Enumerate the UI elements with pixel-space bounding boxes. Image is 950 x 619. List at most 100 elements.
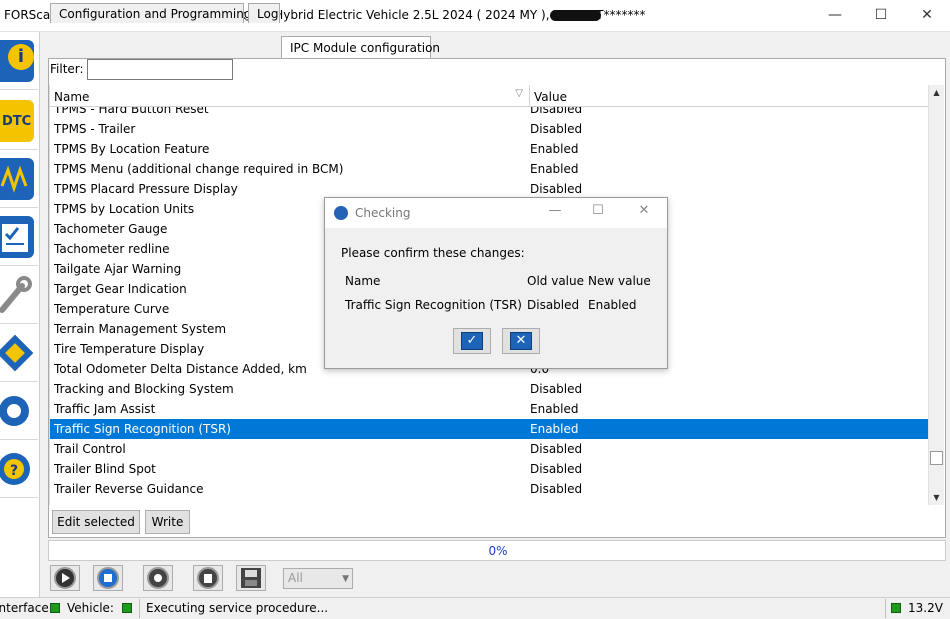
chevron-down-icon: ▼: [342, 574, 349, 584]
scroll-thumb[interactable]: [930, 451, 943, 465]
dialog-title-bar: Checking — ☐ ✕: [325, 198, 667, 228]
table-row[interactable]: Trailer Reverse Guidance Disabled: [50, 479, 928, 499]
play-icon: [54, 567, 76, 589]
filter-funnel-icon[interactable]: ▽: [515, 88, 523, 99]
row-name-cell: TPMS By Location Feature: [54, 142, 210, 156]
interface-status-led: [50, 603, 60, 613]
dialog-change-name: Traffic Sign Recognition (TSR): [345, 298, 522, 312]
row-name-cell: TPMS Placard Pressure Display: [54, 182, 238, 196]
voltage-status-led: [891, 603, 901, 613]
table-row[interactable]: Traffic Jam Assist Enabled: [50, 399, 928, 419]
table-row[interactable]: TPMS By Location Feature Enabled: [50, 139, 928, 159]
info-icon: i: [0, 40, 34, 82]
filter-input[interactable]: [87, 59, 233, 80]
sidebar-item-oscilloscope[interactable]: [0, 152, 38, 208]
column-header-name-label: Name: [54, 90, 90, 104]
run-button[interactable]: [50, 565, 80, 591]
sidebar-item-vehicle-info[interactable]: i: [0, 34, 38, 90]
row-name-cell: Total Odometer Delta Distance Added, km: [54, 362, 307, 376]
sidebar-item-tests[interactable]: [0, 210, 38, 266]
tab-log[interactable]: Log: [248, 3, 280, 23]
row-name-cell: Traffic Sign Recognition (TSR): [54, 422, 231, 436]
row-value-cell: Enabled: [530, 422, 579, 436]
row-name-cell: Tire Temperature Display: [54, 342, 205, 356]
dialog-header-new-value: New value: [588, 274, 651, 288]
oscilloscope-icon: [0, 158, 34, 200]
confirm-changes-dialog: Checking — ☐ ✕ Please confirm these chan…: [324, 197, 668, 369]
row-name-cell: Tachometer redline: [54, 242, 170, 256]
forscan-app-icon: [334, 206, 348, 220]
row-name-cell: Trailer Blind Spot: [54, 462, 156, 476]
stop-icon: [97, 567, 119, 589]
sidebar-item-dtc[interactable]: DTC: [0, 94, 38, 150]
row-name-cell: Trailer Reverse Guidance: [54, 482, 204, 496]
row-value-cell: Disabled: [530, 442, 583, 456]
row-value-cell: Disabled: [530, 482, 583, 496]
vehicle-status-led: [122, 603, 132, 613]
edit-selected-button[interactable]: Edit selected: [52, 510, 140, 534]
scroll-up-arrow-icon[interactable]: ▲: [929, 85, 944, 100]
write-button[interactable]: Write: [145, 510, 190, 534]
save-icon: [241, 568, 261, 588]
vin-redaction: [550, 10, 601, 21]
row-name-cell: Traffic Jam Assist: [54, 402, 156, 416]
table-row[interactable]: Trail Control Disabled: [50, 439, 928, 459]
minimize-button[interactable]: —: [812, 0, 858, 30]
clear-icon: [197, 567, 219, 589]
row-name-cell: Terrain Management System: [54, 322, 227, 336]
interface-status-label: Interface:: [0, 601, 53, 615]
scroll-down-arrow-icon[interactable]: ▼: [929, 490, 944, 505]
wrench-icon: [0, 274, 34, 316]
checklist-icon: [0, 216, 34, 258]
table-row[interactable]: [50, 499, 928, 505]
status-bar: Interface: Vehicle: Executing service pr…: [0, 597, 950, 619]
table-row[interactable]: TPMS Placard Pressure Display Disabled: [50, 179, 928, 199]
row-name-cell: Target Gear Indication: [54, 282, 187, 296]
dtc-icon: DTC: [0, 100, 34, 142]
confirm-ok-button[interactable]: ✓: [453, 328, 491, 354]
sidebar-item-settings[interactable]: [0, 384, 38, 440]
tab-configuration-programming[interactable]: Configuration and Programming: [50, 3, 251, 23]
close-button[interactable]: ✕: [904, 0, 950, 30]
row-value-cell: Enabled: [530, 162, 579, 176]
dialog-change-new-value: Enabled: [588, 298, 637, 312]
row-value-cell: Disabled: [530, 382, 583, 396]
dialog-maximize-button[interactable]: ☐: [588, 203, 608, 223]
tab-ipc-module-configuration[interactable]: IPC Module configuration: [281, 36, 440, 59]
column-header-value[interactable]: Value: [530, 85, 928, 107]
status-message: Executing service procedure...: [146, 601, 329, 615]
battery-voltage: 13.2V: [908, 601, 943, 615]
row-name-cell: Trail Control: [54, 442, 126, 456]
dialog-header-name: Name: [345, 274, 381, 288]
row-value-cell: Disabled: [530, 182, 583, 196]
help-lifebuoy-button[interactable]: [143, 565, 173, 591]
table-row[interactable]: Trailer Blind Spot Disabled: [50, 459, 928, 479]
table-row[interactable]: Tracking and Blocking System Disabled: [50, 379, 928, 399]
row-name-cell: TPMS Menu (additional change required in…: [54, 162, 344, 176]
save-button[interactable]: [236, 565, 266, 591]
column-header-name[interactable]: Name ▽: [50, 85, 530, 107]
confirm-cancel-button[interactable]: ✕: [502, 328, 540, 354]
status-separator: [885, 599, 886, 618]
table-row[interactable]: TPMS - Trailer Disabled: [50, 119, 928, 139]
log-filter-combo[interactable]: All ▼: [283, 568, 353, 589]
checkmark-icon: ✓: [461, 332, 483, 350]
dialog-prompt: Please confirm these changes:: [341, 246, 525, 260]
table-row[interactable]: Traffic Sign Recognition (TSR) Enabled: [50, 419, 928, 439]
dialog-change-old-value: Disabled: [527, 298, 580, 312]
sidebar-item-help[interactable]: ?: [0, 442, 38, 498]
stop-button[interactable]: [93, 565, 123, 591]
dialog-minimize-button[interactable]: —: [545, 203, 565, 223]
dialog-header-old-value: Old value: [527, 274, 584, 288]
table-row[interactable]: TPMS Menu (additional change required in…: [50, 159, 928, 179]
row-name-cell: Tailgate Ajar Warning: [54, 262, 182, 276]
settings-gear-icon: [0, 390, 34, 432]
sidebar-item-configuration[interactable]: [0, 326, 38, 382]
sidebar-item-service[interactable]: [0, 268, 38, 324]
dialog-close-button[interactable]: ✕: [634, 203, 654, 223]
row-name-cell: Temperature Curve: [54, 302, 170, 316]
row-value-cell: Enabled: [530, 142, 579, 156]
maximize-button[interactable]: ☐: [858, 0, 904, 30]
clear-button[interactable]: [193, 565, 223, 591]
vertical-scrollbar[interactable]: ▲ ▼: [928, 85, 944, 505]
